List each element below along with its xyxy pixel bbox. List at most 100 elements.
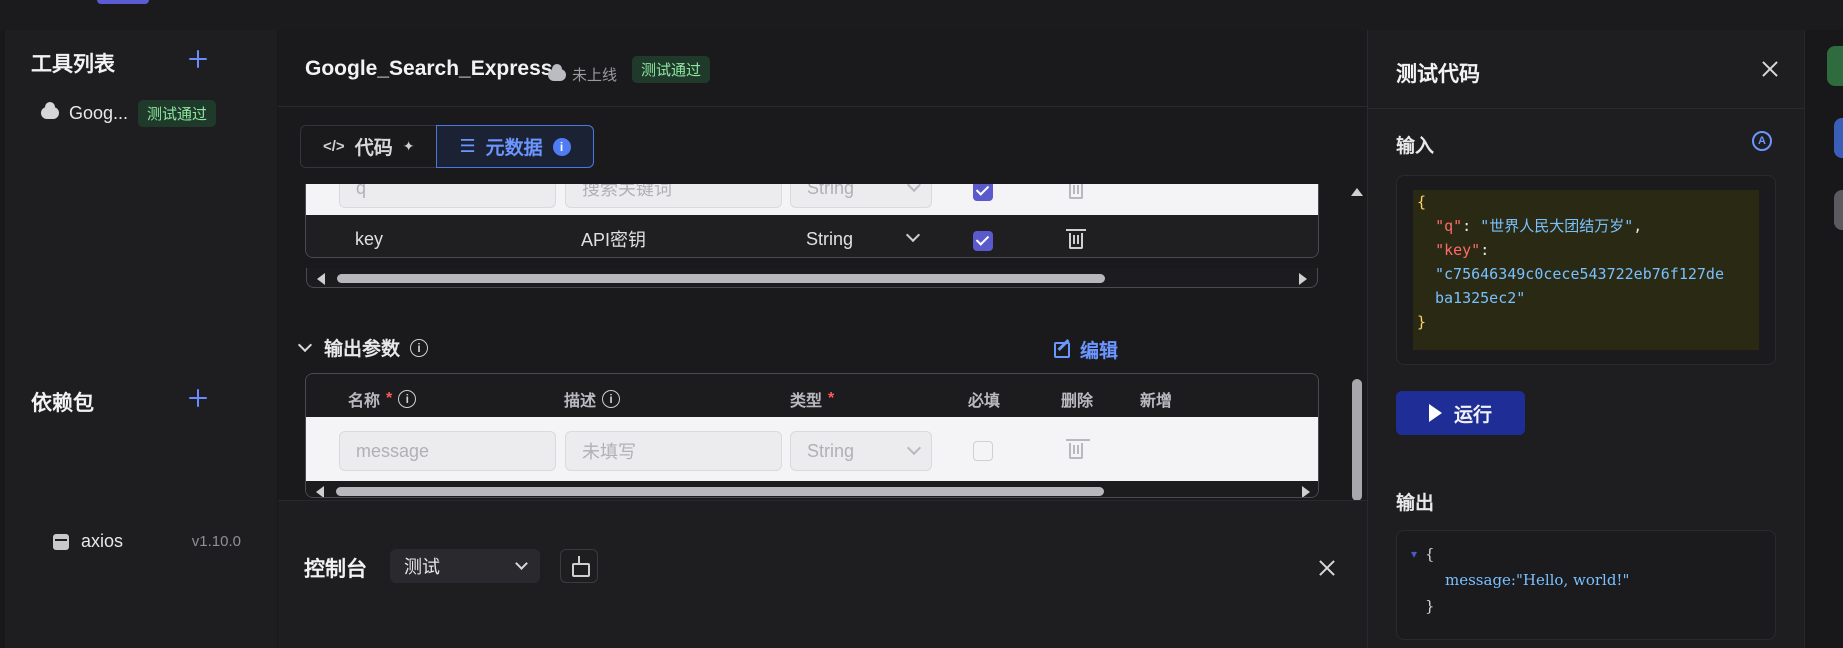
strip-button-blue[interactable] [1834, 118, 1843, 158]
json-close-brace: } [1417, 313, 1427, 331]
edit-icon [1054, 341, 1070, 358]
scroll-thumb[interactable] [336, 487, 1104, 496]
tools-list-title: 工具列表 [31, 53, 115, 76]
output-name-input[interactable]: message [339, 431, 556, 471]
editor-tabs: </> 代码 ✦ ☰ 元数据 i [300, 125, 594, 168]
table-row: q 搜索关键词 String [306, 184, 1318, 215]
dependencies-title: 依赖包 [31, 392, 94, 415]
scroll-left-arrow-icon[interactable] [317, 273, 325, 285]
top-bar [0, 0, 1843, 30]
delete-trash-icon[interactable] [1069, 184, 1083, 199]
collapse-toggle-icon[interactable]: ▾ [1411, 547, 1417, 561]
edit-label: 编辑 [1080, 341, 1119, 362]
tool-list-item[interactable]: Goog... 测试通过 [41, 98, 217, 128]
code-icon: </> [323, 138, 345, 155]
chevron-down-icon [906, 184, 922, 193]
divider [1368, 108, 1805, 109]
dependency-item[interactable]: axios v1.10.0 [53, 531, 241, 552]
sliders-icon: ☰ [459, 136, 476, 156]
param-type-select[interactable]: String [790, 219, 932, 257]
param-type-select[interactable]: String [790, 184, 932, 208]
required-checkbox[interactable] [973, 231, 993, 251]
deploy-status: 未上线 [548, 63, 618, 85]
tool-title: Google_Search_Express [305, 57, 553, 80]
chevron-down-icon [906, 440, 922, 456]
add-tool-plus-icon[interactable] [187, 48, 209, 70]
scroll-thumb[interactable] [337, 274, 1105, 283]
json-open-brace: { [1417, 193, 1427, 211]
clear-console-button[interactable] [560, 549, 598, 583]
scroll-left-arrow-icon[interactable] [316, 486, 324, 497]
strip-button-gray[interactable] [1834, 190, 1843, 230]
close-console-icon[interactable] [1318, 559, 1336, 577]
chevron-down-icon [297, 337, 313, 352]
table-row: key API密钥 String [306, 215, 1318, 257]
cloud-icon [548, 63, 566, 81]
json-value-key-part2: ba1325ec2" [1435, 289, 1526, 307]
output-params-header[interactable]: 输出参数 i [297, 334, 429, 361]
console-mode-select[interactable]: 测试 [390, 549, 540, 583]
param-name-input[interactable]: key [339, 219, 556, 257]
tab-code[interactable]: </> 代码 ✦ [300, 125, 437, 168]
input-json-editor[interactable]: { "q": "世界人民大团结万岁", "key": "c75646349c0c… [1396, 175, 1776, 365]
scroll-right-arrow-icon[interactable] [1302, 486, 1310, 497]
tab-metadata[interactable]: ☰ 元数据 i [436, 125, 594, 168]
output-open-brace: { [1425, 545, 1435, 563]
scroll-up-arrow-icon[interactable] [1351, 188, 1363, 196]
json-value-q: "世界人民大团结万岁" [1480, 217, 1634, 235]
strip-button-green[interactable] [1827, 46, 1843, 86]
info-icon[interactable]: i [552, 137, 571, 156]
delete-trash-icon[interactable] [1066, 229, 1086, 249]
json-code[interactable]: { "q": "世界人民大团结万岁", "key": "c75646349c0c… [1413, 190, 1759, 350]
input-params-table: q 搜索关键词 String key API密钥 String [305, 184, 1319, 258]
tab-code-label: 代码 [354, 138, 393, 159]
output-close-brace: } [1425, 597, 1435, 615]
top-accent-tab[interactable] [97, 0, 149, 4]
table-header-row: 名称 * i 描述 i 类型 * 必填 删除 新增 [306, 374, 1318, 417]
json-key-q: "q" [1435, 217, 1463, 235]
tab-metadata-label: 元数据 [485, 138, 543, 159]
tool-name: Goog... [69, 102, 129, 123]
edit-output-button[interactable]: 编辑 [1054, 336, 1118, 363]
json-value-key-part1: "c75646349c0cece543722eb76f127de [1435, 265, 1724, 283]
dependency-name: axios [81, 531, 124, 551]
tool-status-badge: 测试通过 [138, 99, 217, 127]
console-mode-value: 测试 [404, 557, 440, 577]
sidebar: 工具列表 Goog... 测试通过 依赖包 axios v1.10.0 [5, 30, 277, 648]
run-label: 运行 [1453, 404, 1492, 426]
run-button[interactable]: 运行 [1396, 391, 1525, 435]
col-name-label: 名称 [348, 393, 381, 410]
package-icon [53, 533, 69, 550]
output-table-hscrollbar[interactable] [306, 481, 1318, 497]
play-icon [1428, 404, 1442, 422]
close-test-panel-icon[interactable] [1761, 60, 1779, 78]
output-type-select[interactable]: String [790, 431, 932, 471]
output-desc-input[interactable]: 未填写 [565, 431, 782, 471]
info-icon[interactable]: i [398, 390, 417, 408]
deploy-status-label: 未上线 [572, 67, 618, 84]
output-viewer[interactable]: ▾ { message:"Hello, world!" } [1396, 530, 1776, 640]
output-message-line: message:"Hello, world!" [1445, 571, 1630, 589]
param-name-input[interactable]: q [339, 184, 556, 208]
test-panel-title: 测试代码 [1396, 63, 1480, 86]
scroll-right-arrow-icon[interactable] [1299, 273, 1307, 285]
test-panel: 测试代码 输入 A { "q": "世界人民大团结万岁", "key": "c7… [1367, 30, 1805, 648]
main-editor: Google_Search_Express 未上线 测试通过 </> 代码 ✦ … [278, 30, 1367, 648]
param-desc-input[interactable]: API密钥 [565, 219, 782, 257]
ai-generate-icon[interactable]: A [1752, 131, 1772, 151]
delete-trash-icon[interactable] [1066, 439, 1086, 459]
output-label: 输出 [1396, 493, 1435, 514]
info-icon[interactable]: i [410, 338, 429, 357]
param-type-value: String [807, 184, 855, 198]
add-dependency-plus-icon[interactable] [187, 387, 209, 409]
param-desc-input[interactable]: 搜索关键词 [565, 184, 782, 208]
input-table-hscrollbar[interactable] [306, 268, 1318, 288]
console-bar: 控制台 测试 [278, 500, 1367, 648]
required-checkbox[interactable] [973, 184, 993, 201]
test-status-badge: 测试通过 [632, 56, 711, 83]
table-row: message 未填写 String [306, 417, 1318, 481]
required-checkbox[interactable] [973, 441, 993, 461]
scroll-thumb[interactable] [1352, 379, 1362, 501]
info-icon[interactable]: i [602, 390, 621, 408]
console-title: 控制台 [304, 558, 367, 581]
